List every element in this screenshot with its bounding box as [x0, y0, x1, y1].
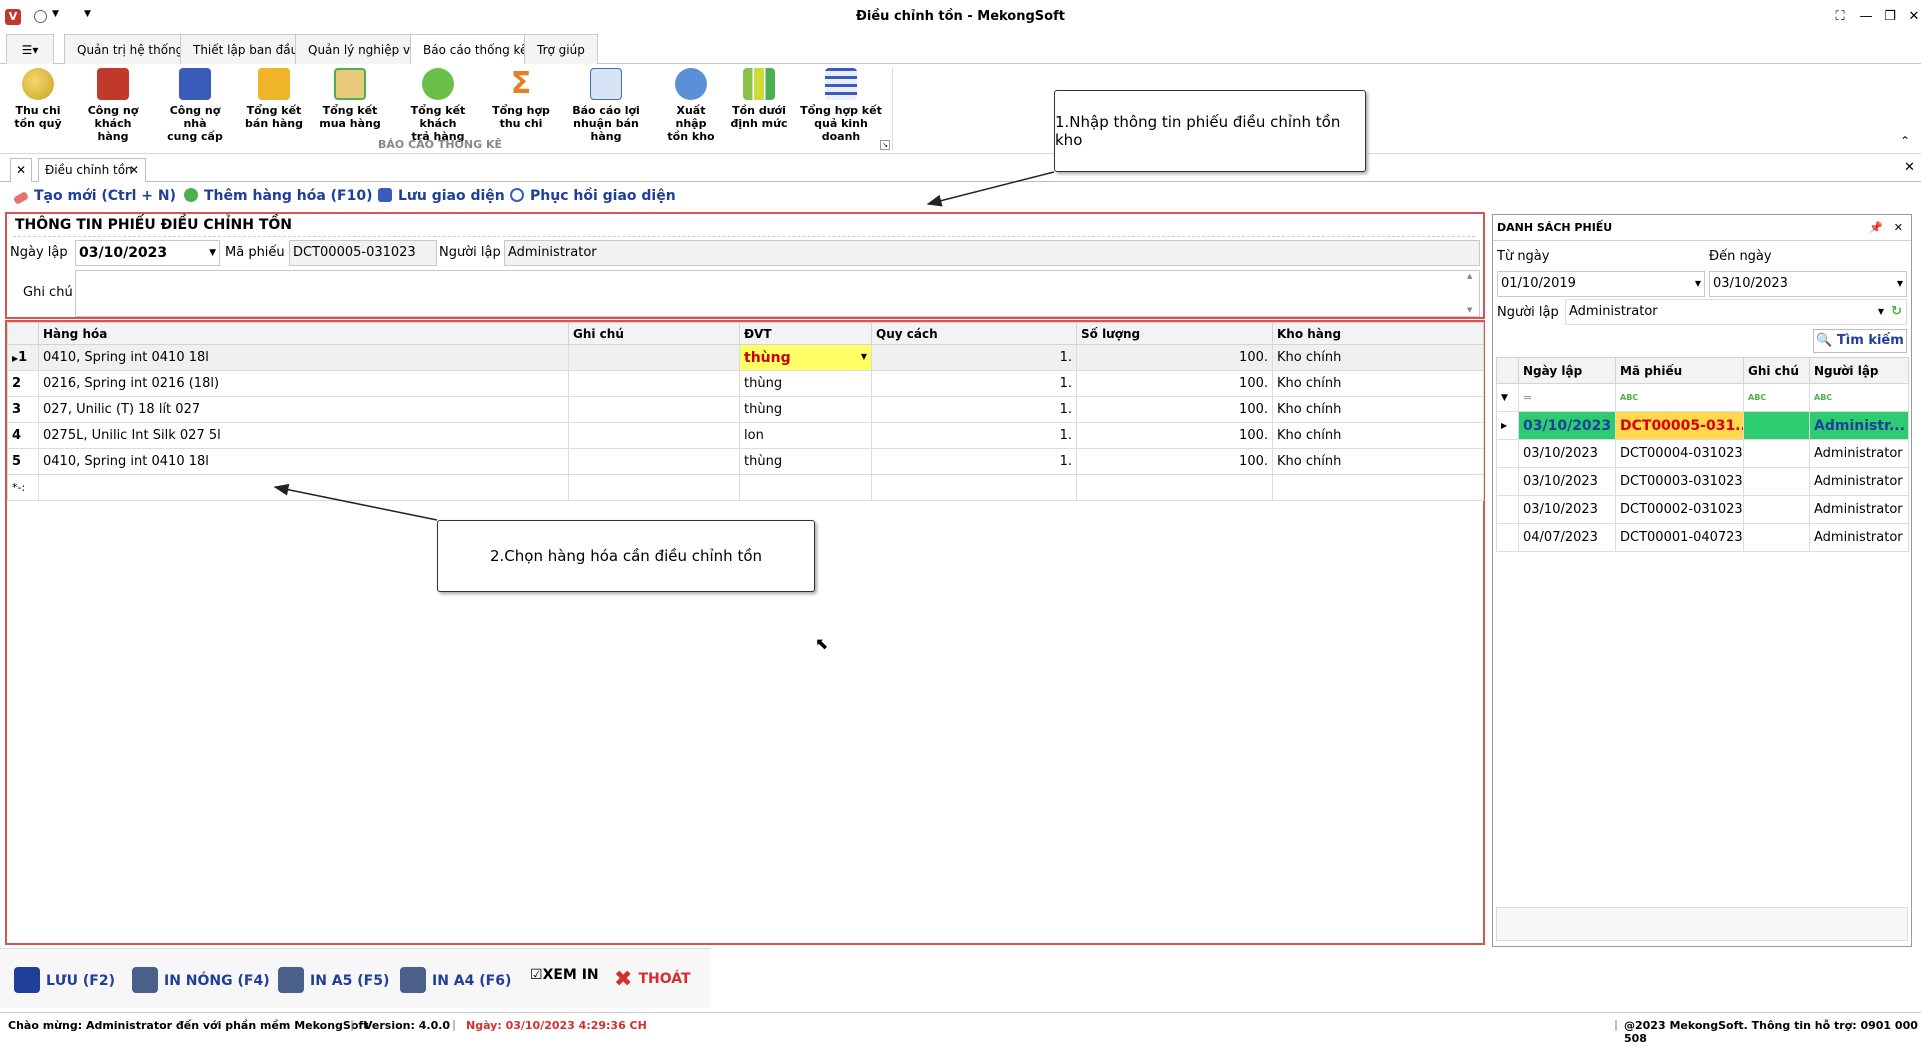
exit-x-icon: ✖: [614, 967, 633, 992]
mouse-cursor-icon: ⬉: [815, 634, 829, 653]
bottom-action-bar: LƯU (F2) IN NÓNG (F4) IN A5 (F5) IN A4 (…: [0, 948, 710, 1008]
preview-checkbox[interactable]: ☑XEM IN: [530, 967, 599, 983]
annotation-arrow-2: [273, 483, 438, 521]
status-separator: |: [1614, 1018, 1619, 1031]
status-separator: |: [350, 1018, 355, 1031]
status-bar: Chào mừng: Administrator đến với phần mề…: [0, 1012, 1921, 1045]
preview-label: XEM IN: [542, 967, 599, 983]
printer-icon: [278, 967, 304, 993]
print-a5-label: IN A5 (F5): [310, 973, 390, 989]
status-version: Version: 4.0.0: [364, 1019, 451, 1032]
print-hot-label: IN NÓNG (F4): [164, 973, 270, 989]
status-separator: |: [452, 1018, 457, 1031]
print-a4-button[interactable]: IN A4 (F6): [400, 967, 511, 993]
printer-icon: [400, 967, 426, 993]
status-date: Ngày: 03/10/2023 4:29:36 CH: [466, 1019, 647, 1032]
printer-icon: [132, 967, 158, 993]
save-label: LƯU (F2): [46, 973, 115, 989]
exit-button[interactable]: ✖ THOÁT: [614, 967, 691, 992]
exit-label: THOÁT: [638, 971, 691, 987]
status-welcome: Chào mừng: Administrator đến với phần mề…: [8, 1019, 369, 1032]
status-copyright: @2023 MekongSoft. Thông tin hỗ trợ: 0901…: [1624, 1019, 1918, 1045]
print-hot-button[interactable]: IN NÓNG (F4): [132, 967, 270, 993]
print-a5-button[interactable]: IN A5 (F5): [278, 967, 389, 993]
save-button[interactable]: LƯU (F2): [14, 967, 115, 993]
floppy-icon: [14, 967, 40, 993]
annotation-arrow-1: [926, 171, 1055, 207]
annotation-arrows: [273, 171, 1055, 521]
print-a4-label: IN A4 (F6): [432, 973, 512, 989]
